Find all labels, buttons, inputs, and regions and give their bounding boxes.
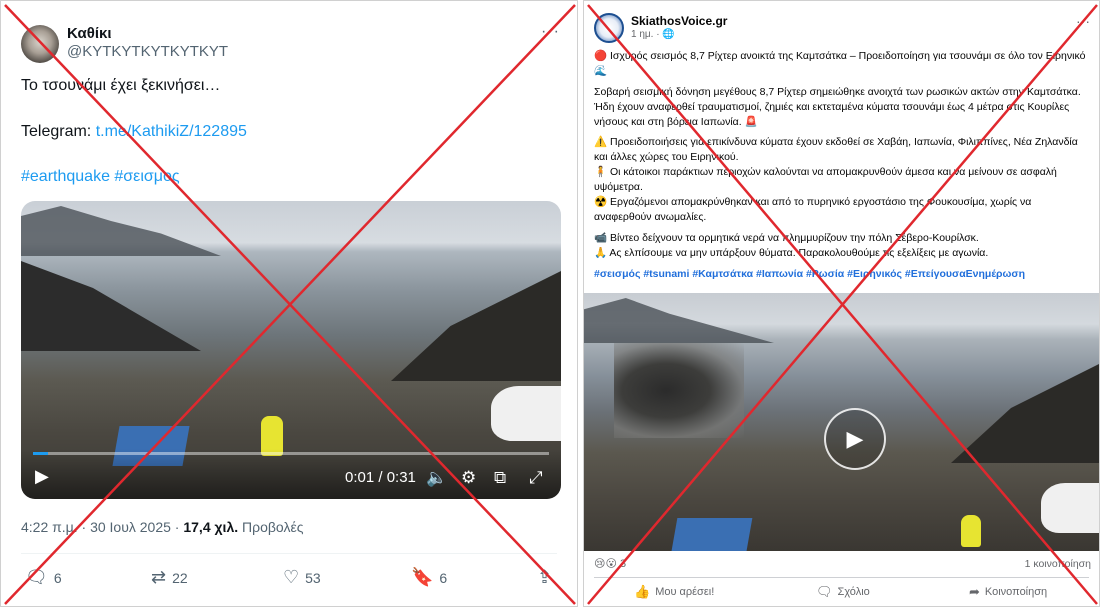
retweet-count: 22 [172, 569, 188, 586]
post-bullet-residents: 🧍 Οι κάτοικοι παράκτιων περιοχών καλούντ… [594, 166, 1057, 193]
retweet-button[interactable]: ⇄ 22 [151, 567, 188, 588]
thumbs-up-icon: 👍 [634, 584, 651, 599]
share-icon: ➦ [969, 584, 980, 599]
video-boat-white [491, 386, 561, 441]
divider [594, 577, 1089, 578]
post-video[interactable]: ▶ [584, 293, 1099, 551]
share-icon: ⇪ [537, 567, 553, 587]
video-boat-white [1041, 483, 1099, 533]
bookmark-button[interactable]: 🔖 6 [411, 567, 447, 588]
share-button[interactable]: ➦ Κοινοποίηση [969, 584, 1047, 600]
video-controls [21, 449, 561, 499]
post-hashtags[interactable]: #σεισμός #tsunami #Καμτσάτκα #Ιαπωνία #Ρ… [594, 267, 1091, 282]
volume-icon[interactable]: 🔈 [426, 468, 447, 488]
like-button[interactable]: ♡ 53 [283, 567, 321, 588]
post-bullet-warnings: ⚠️ Προειδοποιήσεις για επικίνδυνα κύματα… [594, 136, 1078, 163]
tweet-hashtags[interactable]: #earthquake #σεισμος [21, 168, 180, 186]
reactions-summary[interactable]: 😢😮 3 [594, 557, 626, 570]
comment-icon: 🗨 [816, 584, 833, 599]
video-mountain [21, 206, 221, 256]
more-options-icon[interactable]: ··· [541, 23, 560, 41]
globe-icon: 🌐 [662, 29, 675, 40]
reaction-emoji-icon: 😢😮 [594, 558, 617, 570]
video-mountain [584, 298, 774, 343]
page-avatar[interactable] [594, 13, 624, 43]
pip-icon[interactable]: ⧉ [494, 468, 506, 488]
like-button[interactable]: 👍 Μου αρέσει! [634, 584, 714, 600]
video-rock-right [951, 363, 1099, 463]
bookmark-icon: 🔖 [411, 567, 434, 587]
reply-count: 6 [53, 569, 62, 586]
share-button[interactable]: ⇪ [537, 567, 552, 588]
telegram-label: Telegram: [21, 123, 96, 140]
post-headline: 🔴 Ισχυρός σεισμός 8,7 Ρίχτερ ανοικτά της… [594, 50, 1086, 77]
post-bullet-fukushima: ☢️ Εργαζόμενοι απομακρύνθηκαν και από το… [594, 196, 1032, 223]
post-bullet-hope: 🙏 Ας ελπίσουμε να μην υπάρξουν θύματα. Π… [594, 247, 989, 259]
reply-button[interactable]: 🗨 6 [25, 567, 62, 588]
tweet-views-label: Προβολές [238, 519, 304, 535]
tweet-text: Το τσουνάμι έχει ξεκινήσει… [21, 77, 221, 94]
fullscreen-icon[interactable]: ⤢ [529, 468, 543, 488]
like-count: 53 [305, 569, 321, 586]
play-icon[interactable]: ▶ [35, 466, 49, 487]
reply-icon: 🗨 [25, 567, 48, 587]
divider [21, 553, 557, 554]
video-wave-splash [614, 343, 744, 438]
tweet-author-name[interactable]: Καθίκι [67, 25, 112, 42]
more-options-icon[interactable]: ··· [1076, 13, 1090, 29]
tweet-date[interactable]: 4:22 π.μ. · 30 Ιουλ 2025 · [21, 519, 183, 535]
facebook-post-card: SkiathosVoice.gr 1 ημ. · 🌐 ··· 🔴 Ισχυρός… [583, 0, 1100, 607]
video-time: 0:01 / 0:31 [345, 469, 416, 486]
comment-button[interactable]: 🗨 Σχόλιο [816, 584, 870, 600]
video-rock-left [21, 261, 201, 351]
post-time[interactable]: 1 ημ. · 🌐 [631, 29, 675, 40]
settings-gear-icon[interactable]: ⚙ [461, 468, 476, 488]
screenshot-stage: Καθίκι @KYTKYTKYTKYTKYT ··· Το τσουνάμι … [0, 0, 1100, 607]
tweet-meta: 4:22 π.μ. · 30 Ιουλ 2025 · 17,4 χιλ. Προ… [21, 519, 303, 535]
reactions-count: 3 [620, 558, 627, 570]
post-bullet-videos: 📹 Βίντεο δείχνουν τα ορμητικά νερά να πλ… [594, 232, 979, 244]
tweet-video[interactable]: ▶ 0:01 / 0:31 🔈 ⚙ ⧉ ⤢ [21, 201, 561, 499]
video-person [961, 515, 981, 547]
video-rock-right [391, 271, 561, 381]
video-progress-bar[interactable] [33, 452, 549, 455]
page-name[interactable]: SkiathosVoice.gr [631, 14, 727, 28]
video-progress-fill [33, 452, 49, 455]
play-icon[interactable]: ▶ [824, 408, 886, 470]
telegram-link[interactable]: t.me/KathikiZ/122895 [96, 123, 247, 140]
share-label: Κοινοποίηση [984, 586, 1048, 598]
shares-count[interactable]: 1 κοινοποίηση [1025, 558, 1091, 570]
post-paragraph: Σοβαρή σεισμική δόνηση μεγέθους 8,7 Ρίχτ… [594, 86, 1081, 128]
like-label: Μου αρέσει! [655, 586, 715, 598]
tweet-card: Καθίκι @KYTKYTKYTKYTKYT ··· Το τσουνάμι … [0, 0, 578, 607]
retweet-icon: ⇄ [151, 567, 167, 587]
tweet-telegram-line: Telegram: t.me/KathikiZ/122895 [21, 123, 247, 141]
video-boat [670, 518, 753, 551]
heart-icon: ♡ [283, 567, 300, 587]
comment-label: Σχόλιο [837, 586, 870, 598]
post-time-text: 1 ημ. · [631, 29, 663, 40]
avatar[interactable] [21, 25, 59, 63]
tweet-views-count: 17,4 χιλ. [183, 519, 239, 535]
tweet-author-handle[interactable]: @KYTKYTKYTKYTKYT [67, 43, 228, 60]
bookmark-count: 6 [439, 569, 448, 586]
